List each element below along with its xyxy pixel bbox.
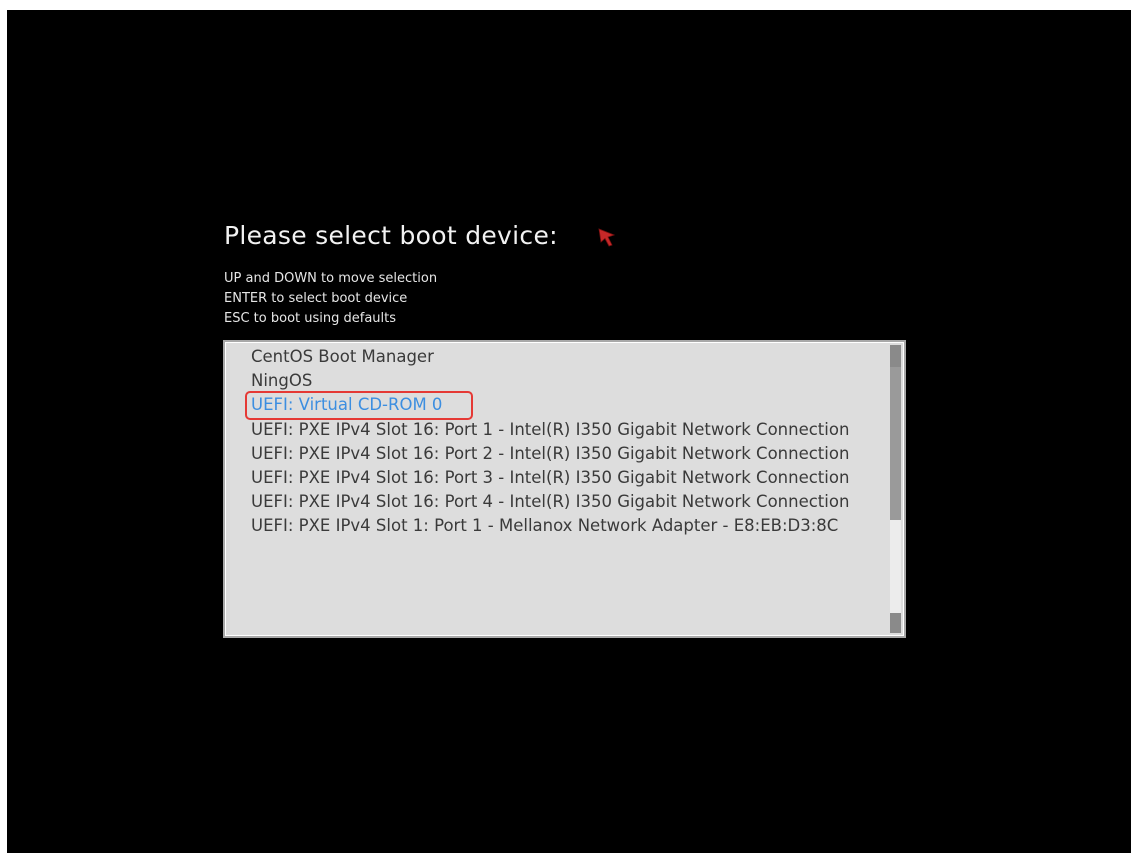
scroll-down-button[interactable] [890, 613, 901, 633]
boot-item-ningos[interactable]: NingOS [251, 369, 891, 393]
boot-item-pxe-slot16-port1[interactable]: UEFI: PXE IPv4 Slot 16: Port 1 - Intel(R… [251, 418, 891, 442]
boot-item-pxe-slot1-port1[interactable]: UEFI: PXE IPv4 Slot 1: Port 1 - Mellanox… [251, 514, 891, 538]
scrollbar[interactable] [890, 345, 901, 633]
instruction-select: ENTER to select boot device [224, 291, 408, 306]
selection-annotation-box [245, 391, 473, 420]
page-title: Please select boot device: [224, 221, 558, 250]
boot-item-pxe-slot16-port2[interactable]: UEFI: PXE IPv4 Slot 16: Port 2 - Intel(R… [251, 442, 891, 466]
boot-device-items: CentOS Boot Manager NingOS UEFI: Virtual… [251, 345, 891, 539]
scrollbar-thumb[interactable] [890, 345, 901, 520]
boot-item-pxe-slot16-port4[interactable]: UEFI: PXE IPv4 Slot 16: Port 4 - Intel(R… [251, 490, 891, 514]
instructions: UP and DOWN to move selection ENTER to s… [224, 269, 437, 329]
boot-item-pxe-slot16-port3[interactable]: UEFI: PXE IPv4 Slot 16: Port 3 - Intel(R… [251, 466, 891, 490]
boot-screen: Please select boot device: UP and DOWN t… [7, 10, 1131, 853]
instruction-default: ESC to boot using defaults [224, 311, 397, 326]
boot-item-centos[interactable]: CentOS Boot Manager [251, 345, 891, 369]
mouse-pointer-icon [598, 228, 616, 247]
scroll-up-button[interactable] [890, 345, 901, 367]
boot-device-list[interactable]: CentOS Boot Manager NingOS UEFI: Virtual… [223, 340, 906, 638]
instruction-navigate: UP and DOWN to move selection [224, 271, 438, 286]
